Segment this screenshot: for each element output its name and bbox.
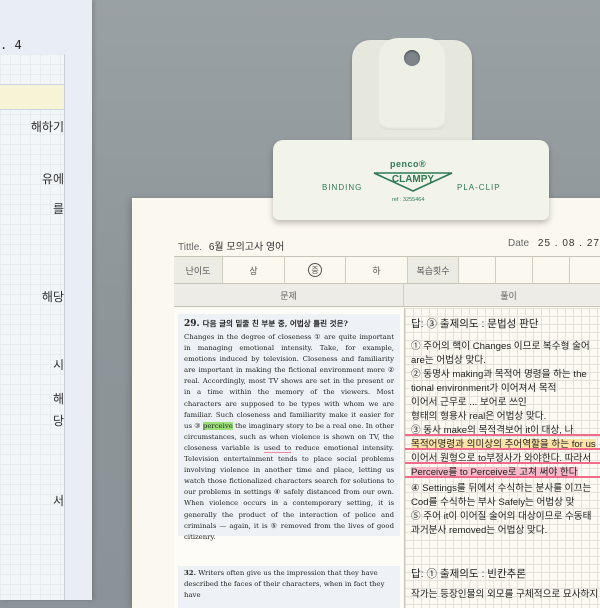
title-value: 6월 모의고사 영어: [208, 242, 285, 253]
clip-right-text: PLA-CLIP: [457, 183, 501, 192]
left-handwriting: 해당: [41, 290, 64, 304]
solution-line: tional environment가 이어져서 목적: [411, 383, 557, 394]
solution-line: ① 주어의 핵이 Changes 이므로 복수형 술어: [411, 341, 590, 352]
date-row: Date 25 . 08 . 27: [508, 238, 600, 249]
pink-underline: [405, 476, 600, 478]
clampy-logo-icon: CLAMPY: [373, 172, 453, 192]
question-prompt: 다음 글의 밑줄 친 부분 중, 어법상 틀린 것은?: [202, 319, 348, 328]
solution-line: 이어서 근무로 ... 보어로 쓰인: [411, 397, 527, 408]
difficulty-option-mid: 중: [285, 257, 346, 283]
left-notebook-date: . 4: [0, 38, 22, 52]
question-number: 29.: [184, 319, 200, 329]
solution-line: Cod를 수식하는 부사 Safely는 어법상 맞: [411, 497, 575, 508]
solution-line: are는 어법상 맞다.: [411, 355, 486, 366]
solution-answer: 답: ① 출제의도 : 빈칸추론: [411, 568, 526, 580]
question-number: 32.: [184, 569, 196, 577]
difficulty-option-low: 하: [346, 257, 408, 283]
question-29-passage: Changes in the degree of closeness ① are…: [184, 332, 394, 543]
worksheet-paper: Tittle. 6월 모의고사 영어 Date 25 . 08 . 27 난이도…: [132, 198, 600, 608]
solution-grid: 답: ③ 출제의도 : 문법성 판단 ① 주어의 핵이 Changes 이므로 …: [405, 308, 600, 608]
left-handwriting: 해: [52, 392, 64, 406]
difficulty-label: 난이도: [174, 257, 223, 283]
difficulty-row: 난이도 상 중 하 복습횟수: [174, 256, 600, 284]
solution-line: 과거분사 removed는 어법상 맞다.: [411, 525, 548, 536]
clip-logo-text: CLAMPY: [392, 174, 435, 185]
left-handwriting: 유에: [41, 172, 64, 186]
solution-line: 형태의 형용사 real은 어법상 맞다.: [411, 411, 547, 422]
left-handwriting: 당: [52, 414, 64, 428]
problem-header: 문제: [174, 284, 404, 306]
passage-text: reduce emotional intensity. Television e…: [184, 443, 394, 541]
left-handwriting: 서: [52, 494, 64, 508]
date-label: Date: [508, 238, 530, 249]
solution-header: 풀이: [404, 284, 600, 306]
binder-clip-hole: [404, 50, 420, 66]
column-header-row: 문제 풀이: [174, 284, 600, 307]
left-handwriting: 해하기: [30, 120, 64, 134]
review-box: [533, 257, 570, 283]
review-count-label: 복습횟수: [408, 257, 459, 283]
underlined-phrase: used to: [263, 443, 292, 453]
clip-ref: ref : 3255464: [392, 197, 425, 203]
solution-answer: 답: ③ 출제의도 : 문법성 판단: [411, 318, 539, 330]
question-29-header: 29. 다음 글의 밑줄 친 부분 중, 어법상 틀린 것은?: [184, 318, 394, 329]
review-box: [459, 257, 496, 283]
left-handwriting: 를: [52, 202, 64, 216]
solution-line: ⑤ 주어 it이 이어질 술어의 대상이므로 수동태: [411, 511, 592, 522]
review-box: [496, 257, 533, 283]
difficulty-option-high: 상: [223, 257, 285, 283]
left-handwriting: 시: [52, 358, 64, 372]
title-row: Tittle. 6월 모의고사 영어: [178, 238, 284, 253]
passage-text: Writers often give us the impression tha…: [184, 569, 385, 599]
passage-text: Changes in the degree of closeness ① are…: [184, 333, 394, 430]
solution-line: 작가는 등장인물의 외모를 구체적으로 묘사하지 않: [411, 589, 600, 600]
clip-brand: penco®: [390, 159, 427, 169]
question-32-clipping: 32. Writers often give us the impression…: [178, 566, 400, 608]
solution-line: ④ Settings를 뒤에서 수식하는 분사를 이끄는: [411, 483, 592, 494]
highlighted-word: perceive: [202, 421, 233, 430]
question-29-clipping: 29. 다음 글의 밑줄 친 부분 중, 어법상 틀린 것은? Changes i…: [178, 314, 400, 541]
date-value: 25 . 08 . 27: [537, 238, 600, 249]
title-label: Tittle.: [178, 242, 203, 253]
left-notebook-band: [0, 84, 64, 110]
left-notebook-grid: [0, 54, 65, 600]
review-box: [570, 257, 600, 283]
left-notebook: . 4 해하기 유에 를 해당 시 해 당 서: [0, 0, 92, 600]
clip-left-text: BINDING: [322, 183, 363, 192]
solution-line: ② 동명사 making과 목적어 명령을 하는 the: [411, 369, 587, 380]
problem-column: 29. 다음 글의 밑줄 친 부분 중, 어법상 틀린 것은? Changes i…: [174, 308, 405, 608]
